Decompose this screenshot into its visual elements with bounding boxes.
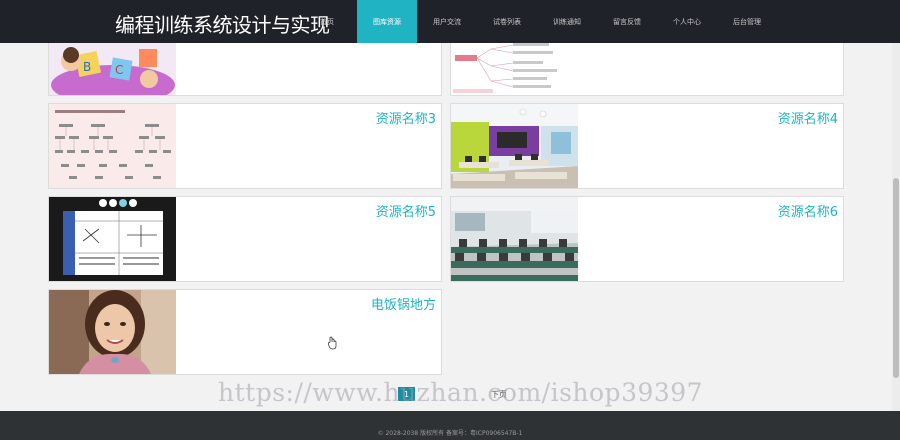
svg-text:B: B xyxy=(83,60,91,74)
resource-card-1[interactable]: B C xyxy=(48,43,442,96)
resource-list: B C 资源名称3 资源名称4 资源名称5 资源名称6 电饭锅地方 xyxy=(0,43,892,411)
nav-home[interactable]: 首页 xyxy=(297,0,357,43)
woman-portrait-image xyxy=(49,290,176,374)
resource-title[interactable]: 资源名称4 xyxy=(778,108,838,127)
flowchart-image xyxy=(49,104,176,188)
nav-notices[interactable]: 训练通知 xyxy=(537,0,597,43)
nav-feedback[interactable]: 留言反馈 xyxy=(597,0,657,43)
resource-card-3[interactable]: 资源名称3 xyxy=(48,103,442,189)
nav-resources[interactable]: 图库资源 xyxy=(357,0,417,43)
resource-card-4[interactable]: 资源名称4 xyxy=(450,103,844,189)
resource-title[interactable]: 资源名称3 xyxy=(376,108,436,127)
cartoon-kids-image: B C xyxy=(49,43,176,95)
watermark-text: https://www.huzhan.com/ishop39397 xyxy=(218,378,704,407)
computer-lab-image xyxy=(451,197,578,281)
resource-card-6[interactable]: 资源名称6 xyxy=(450,196,844,282)
mouse-cursor-icon xyxy=(328,335,338,354)
math-table-image xyxy=(49,197,176,281)
footer-copyright: © 2028-2038 版权所有 备案号：粤ICP0906547B-1 xyxy=(377,430,523,437)
scrollbar-thumb[interactable] xyxy=(893,178,899,378)
svg-text:C: C xyxy=(115,63,123,77)
resource-title[interactable]: 电饭锅地方 xyxy=(371,294,436,313)
resource-title[interactable]: 资源名称5 xyxy=(376,201,436,220)
nav-exams[interactable]: 试卷列表 xyxy=(477,0,537,43)
resource-card-5[interactable]: 资源名称5 xyxy=(48,196,442,282)
main-nav: 首页 图库资源 用户交流 试卷列表 训练通知 留言反馈 个人中心 后台管理 xyxy=(297,0,777,43)
mindmap-image xyxy=(451,43,578,95)
classroom-image xyxy=(451,104,578,188)
top-navbar: 编程训练系统设计与实现 首页 图库资源 用户交流 试卷列表 训练通知 留言反馈 … xyxy=(0,0,900,43)
resource-title[interactable]: 资源名称6 xyxy=(778,201,838,220)
nav-forum[interactable]: 用户交流 xyxy=(417,0,477,43)
nav-admin[interactable]: 后台管理 xyxy=(717,0,777,43)
resource-card-7[interactable]: 电饭锅地方 xyxy=(48,289,442,375)
nav-profile[interactable]: 个人中心 xyxy=(657,0,717,43)
resource-card-2[interactable] xyxy=(450,43,844,96)
